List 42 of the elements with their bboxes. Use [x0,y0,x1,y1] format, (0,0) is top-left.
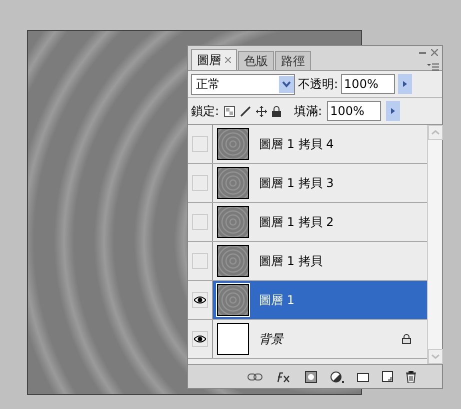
panel-tab[interactable]: 色版 [238,51,274,70]
close-icon[interactable] [431,49,438,56]
close-icon[interactable] [225,57,231,63]
panel-menu-icon[interactable] [427,63,439,71]
layer-thumbnail [217,284,249,316]
layer-thumbnail [217,167,249,199]
layer-thumbnail [217,245,249,277]
layer-thumbnail [217,323,249,355]
lock-icon[interactable] [272,106,282,116]
eye-icon [194,335,206,343]
fx-icon[interactable] [276,370,292,382]
eye-icon [194,296,206,304]
brush-icon[interactable] [240,106,252,116]
mask-icon[interactable] [305,370,317,382]
fill-label: 填滿: [294,103,322,120]
layer-thumbnail [217,206,249,238]
layer-thumbnail [217,128,249,160]
half-circle-icon[interactable] [330,370,344,382]
opacity-field[interactable]: 100% [341,74,396,94]
checkerboard-icon[interactable] [224,106,236,116]
panel-tab[interactable]: 圖層 [191,49,237,70]
minimize-icon[interactable] [419,52,426,55]
visibility-toggle[interactable] [192,331,208,347]
visibility-toggle[interactable] [192,136,208,152]
lock-label: 鎖定: [191,103,220,120]
opacity-label: 不透明: [298,76,338,93]
folder-icon[interactable] [357,372,369,382]
visibility-toggle[interactable] [192,214,208,230]
arrow-right-icon[interactable] [386,101,400,121]
blend-mode-dropdown[interactable]: 正常 [191,74,295,94]
visibility-toggle[interactable] [192,253,208,269]
visibility-toggle[interactable] [192,292,208,308]
arrow-right-icon[interactable] [398,74,412,94]
visibility-toggle[interactable] [192,175,208,191]
link-icon[interactable] [247,372,263,380]
chevron-down-icon [279,76,294,92]
panel-tab[interactable]: 路徑 [275,51,311,70]
fill-field[interactable]: 100% [327,101,382,121]
trash-icon[interactable] [406,370,416,382]
new-layer-icon[interactable] [382,371,393,382]
move-icon[interactable] [256,106,268,116]
layer-row[interactable]: 圖層 1 [213,281,427,319]
